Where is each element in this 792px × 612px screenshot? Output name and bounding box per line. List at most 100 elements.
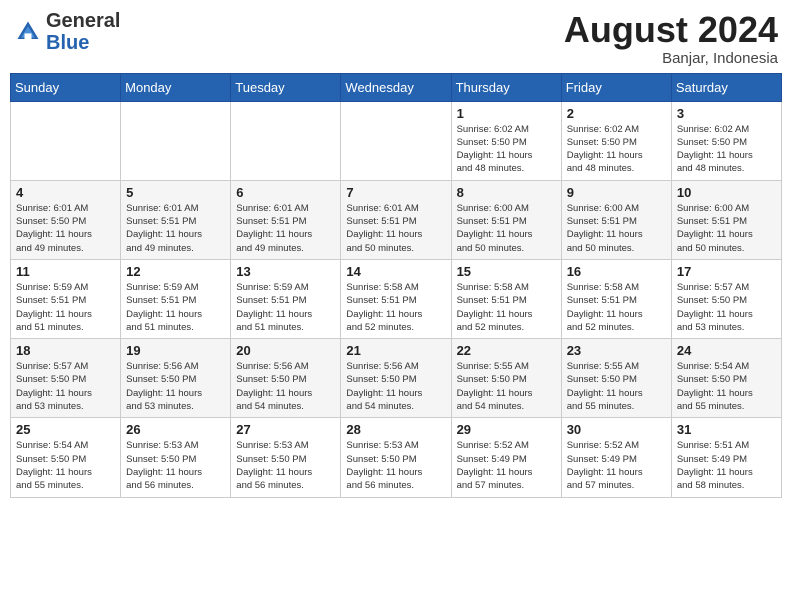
month-year: August 2024 [564,10,778,50]
day-number: 11 [16,264,115,279]
calendar-cell: 3 Sunrise: 6:02 AM Sunset: 5:50 PM Daylig… [671,101,781,180]
weekday-header-saturday: Saturday [671,73,781,101]
title-block: August 2024 Banjar, Indonesia [564,10,778,67]
day-info: Sunrise: 6:01 AM Sunset: 5:51 PM Dayligh… [346,202,445,255]
day-info: Sunrise: 5:52 AM Sunset: 5:49 PM Dayligh… [457,439,556,492]
calendar-table: SundayMondayTuesdayWednesdayThursdayFrid… [10,73,782,498]
weekday-header-friday: Friday [561,73,671,101]
calendar-cell: 31Sunrise: 5:51 AM Sunset: 5:49 PM Dayli… [671,418,781,497]
day-number: 14 [346,264,445,279]
day-info: Sunrise: 6:02 AM Sunset: 5:50 PM Dayligh… [567,123,666,176]
day-info: Sunrise: 6:00 AM Sunset: 5:51 PM Dayligh… [567,202,666,255]
day-number: 28 [346,422,445,437]
logo-icon [14,18,42,46]
calendar-cell: 4 Sunrise: 6:01 AM Sunset: 5:50 PM Daylig… [11,180,121,259]
day-number: 15 [457,264,556,279]
day-number: 20 [236,343,335,358]
calendar-cell: 18 Sunrise: 5:57 AM Sunset: 5:50 PM Dayli… [11,339,121,418]
day-info: Sunrise: 5:56 AM Sunset: 5:50 PM Dayligh… [346,360,445,413]
day-number: 10 [677,185,776,200]
day-number: 3 [677,106,776,121]
calendar-cell: 30 Sunrise: 5:52 AM Sunset: 5:49 PM Dayli… [561,418,671,497]
calendar-cell: 8Sunrise: 6:00 AM Sunset: 5:51 PM Daylig… [451,180,561,259]
calendar-cell [121,101,231,180]
day-number: 26 [126,422,225,437]
day-number: 25 [16,422,115,437]
calendar-cell: 11 Sunrise: 5:59 AM Sunset: 5:51 PM Dayli… [11,259,121,338]
logo-text: General Blue [46,10,120,54]
day-number: 5 [126,185,225,200]
day-number: 4 [16,185,115,200]
calendar-cell: 29 Sunrise: 5:52 AM Sunset: 5:49 PM Dayli… [451,418,561,497]
day-info: Sunrise: 6:00 AM Sunset: 5:51 PM Dayligh… [457,202,556,255]
location: Banjar, Indonesia [564,50,778,67]
calendar-cell: 19Sunrise: 5:56 AM Sunset: 5:50 PM Dayli… [121,339,231,418]
calendar-cell: 10Sunrise: 6:00 AM Sunset: 5:51 PM Dayli… [671,180,781,259]
day-info: Sunrise: 5:55 AM Sunset: 5:50 PM Dayligh… [567,360,666,413]
calendar-cell: 12 Sunrise: 5:59 AM Sunset: 5:51 PM Dayli… [121,259,231,338]
day-info: Sunrise: 5:57 AM Sunset: 5:50 PM Dayligh… [677,281,776,334]
calendar-week-5: 25Sunrise: 5:54 AM Sunset: 5:50 PM Dayli… [11,418,782,497]
day-info: Sunrise: 5:57 AM Sunset: 5:50 PM Dayligh… [16,360,115,413]
day-info: Sunrise: 6:01 AM Sunset: 5:51 PM Dayligh… [236,202,335,255]
calendar-cell: 28Sunrise: 5:53 AM Sunset: 5:50 PM Dayli… [341,418,451,497]
calendar-cell: 17 Sunrise: 5:57 AM Sunset: 5:50 PM Dayli… [671,259,781,338]
day-number: 7 [346,185,445,200]
day-number: 22 [457,343,556,358]
calendar-cell: 9 Sunrise: 6:00 AM Sunset: 5:51 PM Daylig… [561,180,671,259]
weekday-header-wednesday: Wednesday [341,73,451,101]
day-info: Sunrise: 5:59 AM Sunset: 5:51 PM Dayligh… [16,281,115,334]
calendar-cell: 20 Sunrise: 5:56 AM Sunset: 5:50 PM Dayli… [231,339,341,418]
calendar-cell [341,101,451,180]
calendar-cell: 23Sunrise: 5:55 AM Sunset: 5:50 PM Dayli… [561,339,671,418]
calendar-cell: 7 Sunrise: 6:01 AM Sunset: 5:51 PM Daylig… [341,180,451,259]
day-number: 2 [567,106,666,121]
day-number: 17 [677,264,776,279]
day-info: Sunrise: 6:01 AM Sunset: 5:50 PM Dayligh… [16,202,115,255]
day-info: Sunrise: 5:59 AM Sunset: 5:51 PM Dayligh… [126,281,225,334]
calendar-cell: 13Sunrise: 5:59 AM Sunset: 5:51 PM Dayli… [231,259,341,338]
day-number: 9 [567,185,666,200]
logo: General Blue [14,10,120,54]
day-info: Sunrise: 6:01 AM Sunset: 5:51 PM Dayligh… [126,202,225,255]
calendar-cell: 2 Sunrise: 6:02 AM Sunset: 5:50 PM Daylig… [561,101,671,180]
calendar-cell: 14 Sunrise: 5:58 AM Sunset: 5:51 PM Dayli… [341,259,451,338]
day-number: 19 [126,343,225,358]
calendar-cell: 15 Sunrise: 5:58 AM Sunset: 5:51 PM Dayli… [451,259,561,338]
day-number: 21 [346,343,445,358]
day-number: 16 [567,264,666,279]
logo-general: General [46,10,120,32]
day-info: Sunrise: 6:02 AM Sunset: 5:50 PM Dayligh… [677,123,776,176]
calendar-cell: 22 Sunrise: 5:55 AM Sunset: 5:50 PM Dayli… [451,339,561,418]
calendar-week-4: 18 Sunrise: 5:57 AM Sunset: 5:50 PM Dayli… [11,339,782,418]
day-info: Sunrise: 5:58 AM Sunset: 5:51 PM Dayligh… [567,281,666,334]
day-info: Sunrise: 5:56 AM Sunset: 5:50 PM Dayligh… [236,360,335,413]
calendar-cell: 26 Sunrise: 5:53 AM Sunset: 5:50 PM Dayli… [121,418,231,497]
day-number: 29 [457,422,556,437]
weekday-header-tuesday: Tuesday [231,73,341,101]
calendar-cell: 21 Sunrise: 5:56 AM Sunset: 5:50 PM Dayli… [341,339,451,418]
calendar-cell: 27Sunrise: 5:53 AM Sunset: 5:50 PM Dayli… [231,418,341,497]
day-info: Sunrise: 5:55 AM Sunset: 5:50 PM Dayligh… [457,360,556,413]
weekday-header-thursday: Thursday [451,73,561,101]
day-info: Sunrise: 5:59 AM Sunset: 5:51 PM Dayligh… [236,281,335,334]
calendar-cell: 6Sunrise: 6:01 AM Sunset: 5:51 PM Daylig… [231,180,341,259]
day-info: Sunrise: 5:53 AM Sunset: 5:50 PM Dayligh… [236,439,335,492]
calendar-week-2: 4 Sunrise: 6:01 AM Sunset: 5:50 PM Daylig… [11,180,782,259]
calendar-cell [11,101,121,180]
day-info: Sunrise: 5:53 AM Sunset: 5:50 PM Dayligh… [126,439,225,492]
day-number: 1 [457,106,556,121]
page-header: General Blue August 2024 Banjar, Indones… [10,10,782,67]
day-number: 12 [126,264,225,279]
day-info: Sunrise: 5:58 AM Sunset: 5:51 PM Dayligh… [457,281,556,334]
day-number: 30 [567,422,666,437]
day-info: Sunrise: 5:52 AM Sunset: 5:49 PM Dayligh… [567,439,666,492]
day-info: Sunrise: 6:02 AM Sunset: 5:50 PM Dayligh… [457,123,556,176]
weekday-header-monday: Monday [121,73,231,101]
calendar-cell: 25Sunrise: 5:54 AM Sunset: 5:50 PM Dayli… [11,418,121,497]
weekday-header-sunday: Sunday [11,73,121,101]
day-number: 24 [677,343,776,358]
day-info: Sunrise: 5:58 AM Sunset: 5:51 PM Dayligh… [346,281,445,334]
calendar-week-3: 11 Sunrise: 5:59 AM Sunset: 5:51 PM Dayli… [11,259,782,338]
day-number: 18 [16,343,115,358]
